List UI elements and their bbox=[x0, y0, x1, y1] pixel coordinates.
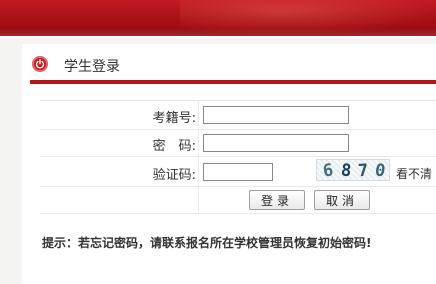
power-icon bbox=[32, 56, 48, 72]
exam-id-input[interactable] bbox=[203, 106, 349, 124]
top-banner bbox=[0, 0, 436, 36]
form-row-password: 密 码: bbox=[40, 130, 436, 157]
captcha-input[interactable] bbox=[203, 163, 273, 181]
captcha-refresh-link[interactable]: 看不清 bbox=[396, 165, 432, 182]
login-form: 考籍号: 密 码: 验证码: 6 8 7 0 看不清 登录 取消 bbox=[40, 100, 436, 214]
form-row-captcha: 验证码: 6 8 7 0 看不清 bbox=[40, 157, 436, 187]
section-header: 学生登录 bbox=[22, 50, 436, 80]
cancel-button[interactable]: 取消 bbox=[314, 190, 370, 210]
row-divider bbox=[198, 130, 199, 156]
row-divider bbox=[198, 187, 199, 213]
captcha-char: 0 bbox=[373, 160, 387, 181]
captcha-char: 8 bbox=[339, 160, 353, 181]
banner-divider bbox=[0, 36, 436, 38]
exam-id-label: 考籍号: bbox=[152, 111, 196, 126]
row-divider bbox=[198, 157, 199, 186]
login-button[interactable]: 登录 bbox=[249, 190, 305, 210]
captcha-image[interactable]: 6 8 7 0 bbox=[316, 159, 390, 181]
password-label: 密 码: bbox=[152, 139, 196, 154]
captcha-label: 验证码: bbox=[152, 168, 196, 183]
row-divider bbox=[198, 101, 199, 129]
form-row-exam-id: 考籍号: bbox=[40, 101, 436, 130]
password-input[interactable] bbox=[203, 134, 349, 152]
captcha-char: 6 bbox=[321, 160, 335, 181]
form-row-actions: 登录 取消 bbox=[40, 187, 436, 214]
captcha-char: 7 bbox=[357, 160, 369, 181]
password-hint: 提示：若忘记密码，请联系报名所在学校管理员恢复初始密码! bbox=[42, 236, 372, 250]
title-underline bbox=[30, 80, 436, 84]
banner-wave bbox=[0, 28, 436, 36]
page-title: 学生登录 bbox=[64, 59, 120, 75]
